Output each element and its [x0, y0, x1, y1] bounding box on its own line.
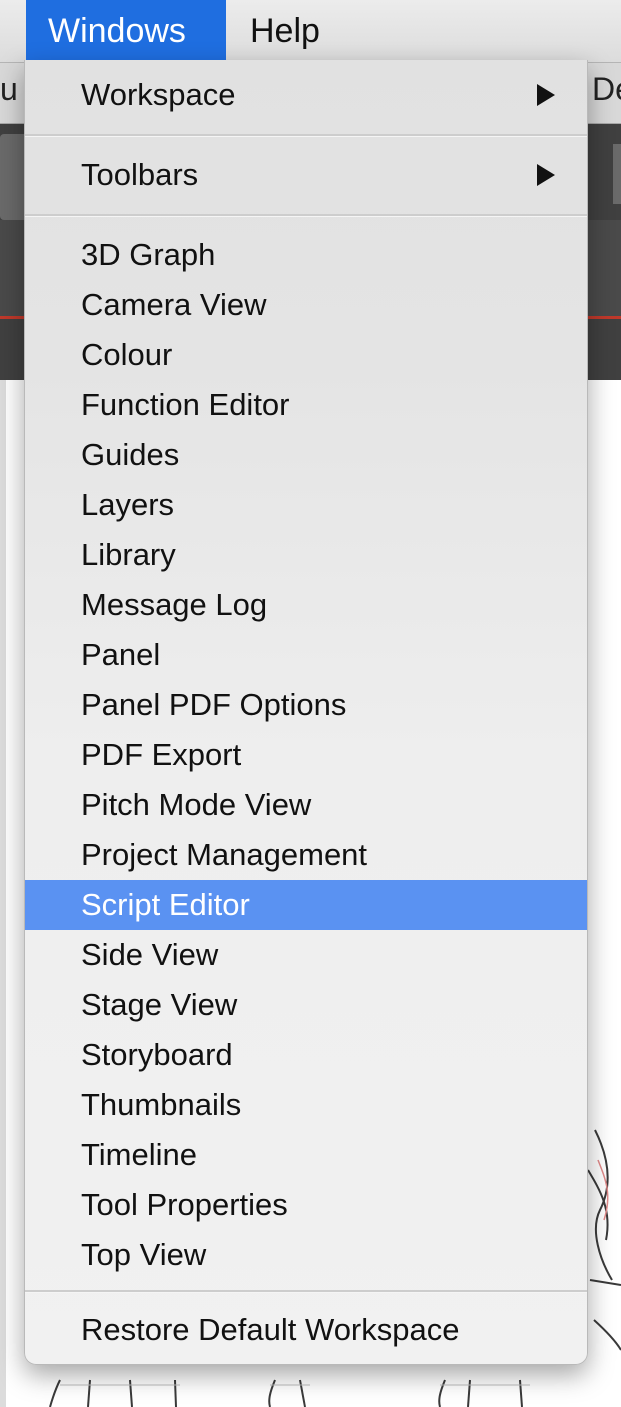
menu-item-message-log[interactable]: Message Log: [25, 580, 587, 630]
menu-item-project-management[interactable]: Project Management: [25, 830, 587, 880]
menu-item-label: Toolbars: [81, 157, 199, 192]
menu-item-thumbnails[interactable]: Thumbnails: [25, 1080, 587, 1130]
menu-separator: [25, 214, 587, 217]
menu-item-tool-properties[interactable]: Tool Properties: [25, 1180, 587, 1230]
menu-item-colour[interactable]: Colour: [25, 330, 587, 380]
menu-item-guides[interactable]: Guides: [25, 430, 587, 480]
menu-item-layers[interactable]: Layers: [25, 480, 587, 530]
submenu-arrow-icon: [537, 84, 555, 106]
menu-item-timeline[interactable]: Timeline: [25, 1130, 587, 1180]
menubar-help[interactable]: Help: [228, 0, 342, 62]
menu-item-function-editor[interactable]: Function Editor: [25, 380, 587, 430]
menu-item-workspace[interactable]: Workspace: [25, 70, 587, 120]
menu-bar: Windows Help: [0, 0, 621, 63]
menu-separator: [25, 1290, 587, 1293]
toolbar-text-right: De: [592, 71, 621, 107]
menu-item-panel[interactable]: Panel: [25, 630, 587, 680]
menu-separator: [25, 134, 587, 137]
menu-item-camera-view[interactable]: Camera View: [25, 280, 587, 330]
menu-item-script-editor[interactable]: Script Editor: [25, 880, 587, 930]
menubar-windows[interactable]: Windows: [26, 0, 226, 62]
menu-item-top-view[interactable]: Top View: [25, 1230, 587, 1280]
menu-item-library[interactable]: Library: [25, 530, 587, 580]
menu-item-panel-pdf-options[interactable]: Panel PDF Options: [25, 680, 587, 730]
menu-item-3d-graph[interactable]: 3D Graph: [25, 230, 587, 280]
menu-item-pitch-mode-view[interactable]: Pitch Mode View: [25, 780, 587, 830]
menu-item-label: Workspace: [81, 77, 236, 112]
menu-item-stage-view[interactable]: Stage View: [25, 980, 587, 1030]
panel-button-right[interactable]: [613, 144, 621, 204]
menu-item-storyboard[interactable]: Storyboard: [25, 1030, 587, 1080]
menu-item-pdf-export[interactable]: PDF Export: [25, 730, 587, 780]
windows-menu: Workspace Toolbars 3D Graph Camera View …: [24, 60, 588, 1365]
toolbar-text-left: u: [0, 71, 18, 107]
submenu-arrow-icon: [537, 164, 555, 186]
menu-item-restore-default-workspace[interactable]: Restore Default Workspace: [25, 1305, 587, 1355]
menu-item-toolbars[interactable]: Toolbars: [25, 150, 587, 200]
menu-item-side-view[interactable]: Side View: [25, 930, 587, 980]
